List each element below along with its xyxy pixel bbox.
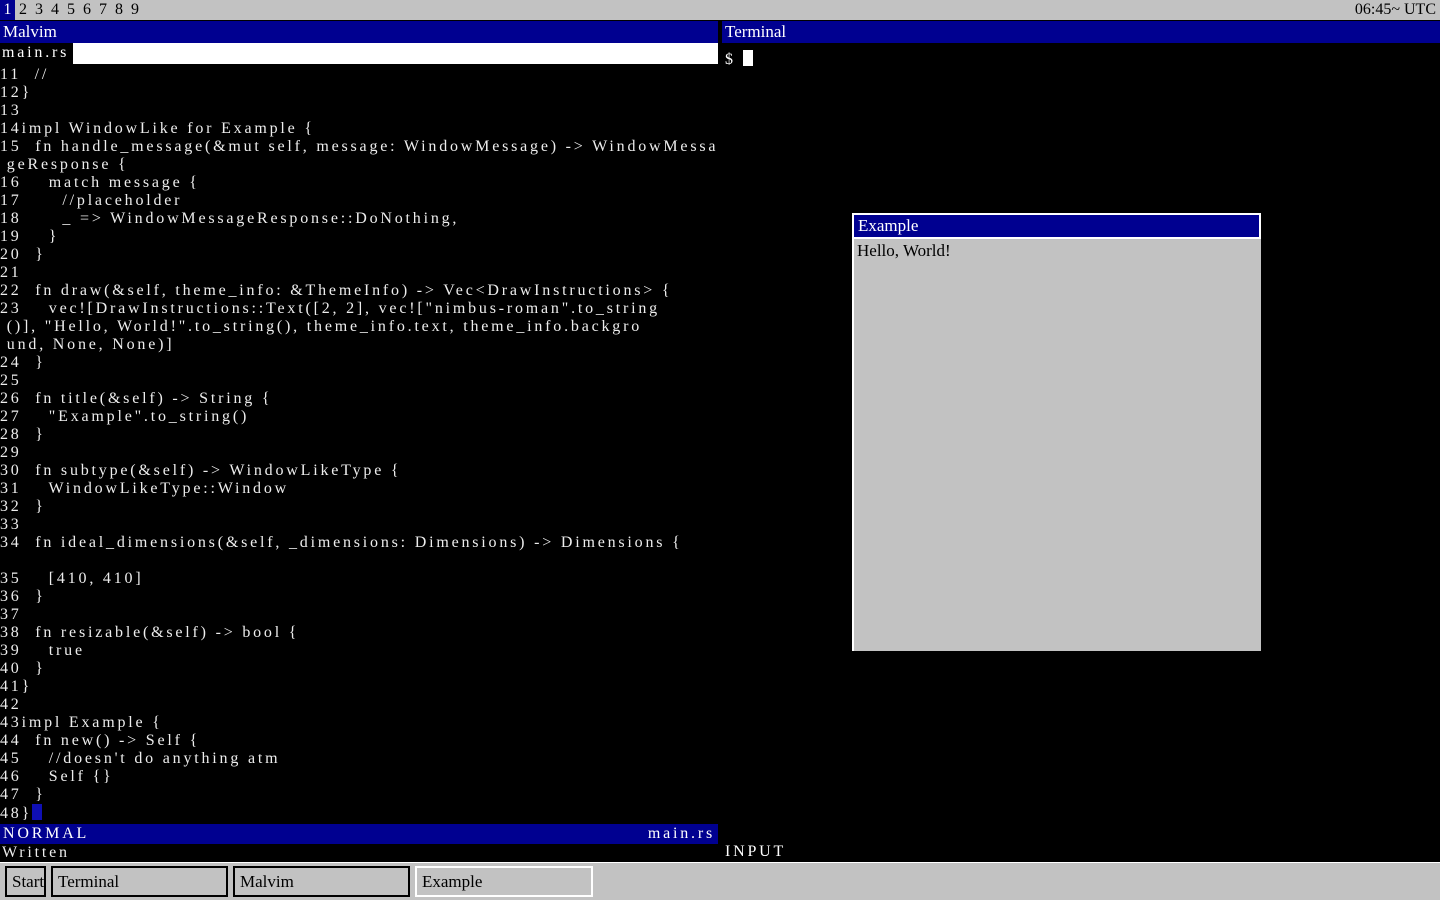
- editor-row[interactable]: 16 match message {: [0, 174, 718, 192]
- editor-row[interactable]: 12}: [0, 84, 718, 102]
- vim-statusbar: NORMAL main.rs: [0, 824, 718, 844]
- taskbar: Start Terminal Malvim Example: [0, 862, 1440, 900]
- editor-cursor: [32, 804, 42, 820]
- taskbar-button-terminal[interactable]: Terminal: [51, 866, 228, 897]
- workspace-5[interactable]: 5: [63, 0, 79, 20]
- malvim-window: Malvim main.rs 11 //12}1314impl WindowLi…: [0, 21, 718, 862]
- editor-row[interactable]: 44 fn new() -> Self {: [0, 732, 718, 750]
- editor-row[interactable]: 37: [0, 606, 718, 624]
- workspace-4[interactable]: 4: [47, 0, 63, 20]
- editor-row[interactable]: 19 }: [0, 228, 718, 246]
- editor-row[interactable]: 15 fn handle_message(&mut self, message:…: [0, 138, 718, 156]
- editor-row[interactable]: [0, 552, 718, 570]
- terminal-prompt-row: $: [722, 43, 1440, 69]
- workspace-list: 123456789: [0, 0, 143, 20]
- malvim-titlebar[interactable]: Malvim: [0, 21, 718, 43]
- editor-row[interactable]: 21: [0, 264, 718, 282]
- workspace-3[interactable]: 3: [31, 0, 47, 20]
- editor-row[interactable]: 36 }: [0, 588, 718, 606]
- editor-row[interactable]: 39 true: [0, 642, 718, 660]
- workspace-9[interactable]: 9: [127, 0, 143, 20]
- terminal-titlebar[interactable]: Terminal: [722, 21, 1440, 43]
- start-button[interactable]: Start: [5, 866, 46, 897]
- editor-lines[interactable]: 11 //12}1314impl WindowLike for Example …: [0, 64, 718, 824]
- tab-main-rs[interactable]: main.rs: [0, 43, 73, 64]
- editor-row[interactable]: 23 vec![DrawInstructions::Text([2, 2], v…: [0, 300, 718, 318]
- editor-row[interactable]: 45 //doesn't do anything atm: [0, 750, 718, 768]
- vim-mode-indicator: NORMAL: [3, 824, 89, 844]
- editor-row[interactable]: 43impl Example {: [0, 714, 718, 732]
- editor-row[interactable]: 32 }: [0, 498, 718, 516]
- editor-row[interactable]: 28 }: [0, 426, 718, 444]
- workspace-8[interactable]: 8: [111, 0, 127, 20]
- editor-row[interactable]: 41}: [0, 678, 718, 696]
- editor-row[interactable]: 24 }: [0, 354, 718, 372]
- vim-status-filename: main.rs: [648, 824, 715, 844]
- taskbar-button-label: Malvim: [240, 872, 294, 892]
- example-titlebar[interactable]: Example: [852, 213, 1261, 239]
- editor-row[interactable]: 35 [410, 410]: [0, 570, 718, 588]
- terminal-cursor: [743, 50, 753, 66]
- editor-row[interactable]: 20 }: [0, 246, 718, 264]
- editor-row[interactable]: 42: [0, 696, 718, 714]
- editor-row[interactable]: 25: [0, 372, 718, 390]
- editor-row[interactable]: 34 fn ideal_dimensions(&self, _dimension…: [0, 534, 718, 552]
- editor-row[interactable]: 14impl WindowLike for Example {: [0, 120, 718, 138]
- clock: 06:45~ UTC: [1355, 1, 1440, 19]
- editor-row[interactable]: 26 fn title(&self) -> String {: [0, 390, 718, 408]
- malvim-title: Malvim: [3, 22, 57, 41]
- workspace-2[interactable]: 2: [15, 0, 31, 20]
- vim-message: Written: [0, 844, 718, 862]
- editor-row[interactable]: 30 fn subtype(&self) -> WindowLikeType {: [0, 462, 718, 480]
- taskbar-button-example[interactable]: Example: [415, 866, 593, 897]
- taskbar-button-label: Example: [422, 872, 482, 892]
- editor-row[interactable]: 46 Self {}: [0, 768, 718, 786]
- editor-row[interactable]: 47 }: [0, 786, 718, 804]
- editor-row[interactable]: geResponse {: [0, 156, 718, 174]
- editor-row[interactable]: 18 _ => WindowMessageResponse::DoNothing…: [0, 210, 718, 228]
- editor-row[interactable]: ()], "Hello, World!".to_string(), theme_…: [0, 318, 718, 336]
- editor-row[interactable]: 33: [0, 516, 718, 534]
- editor-row[interactable]: 17 //placeholder: [0, 192, 718, 210]
- malvim-tabbar: main.rs: [0, 43, 718, 64]
- terminal-title: Terminal: [725, 22, 786, 41]
- start-button-label: Start: [12, 872, 44, 892]
- example-title: Example: [858, 216, 918, 235]
- editor-row[interactable]: 48}: [0, 804, 718, 822]
- editor-row[interactable]: 38 fn resizable(&self) -> bool {: [0, 624, 718, 642]
- workspace-6[interactable]: 6: [79, 0, 95, 20]
- editor-row[interactable]: 27 "Example".to_string(): [0, 408, 718, 426]
- editor-row[interactable]: 40 }: [0, 660, 718, 678]
- editor-row[interactable]: 31 WindowLikeType::Window: [0, 480, 718, 498]
- terminal-mode-indicator: INPUT: [725, 843, 786, 861]
- taskbar-button-malvim[interactable]: Malvim: [233, 866, 410, 897]
- editor-row[interactable]: 11 //: [0, 66, 718, 84]
- editor-row[interactable]: 13: [0, 102, 718, 120]
- example-window: Example Hello, World!: [852, 213, 1261, 651]
- example-body: Hello, World!: [852, 239, 1261, 651]
- editor-row[interactable]: 22 fn draw(&self, theme_info: &ThemeInfo…: [0, 282, 718, 300]
- editor-row[interactable]: 29: [0, 444, 718, 462]
- workspace-1[interactable]: 1: [0, 0, 15, 20]
- example-hello-text: Hello, World!: [857, 241, 951, 260]
- top-bar: 123456789 06:45~ UTC: [0, 0, 1440, 21]
- taskbar-button-label: Terminal: [58, 872, 119, 892]
- editor-row[interactable]: und, None, None)]: [0, 336, 718, 354]
- terminal-prompt: $: [725, 51, 736, 68]
- workspace-7[interactable]: 7: [95, 0, 111, 20]
